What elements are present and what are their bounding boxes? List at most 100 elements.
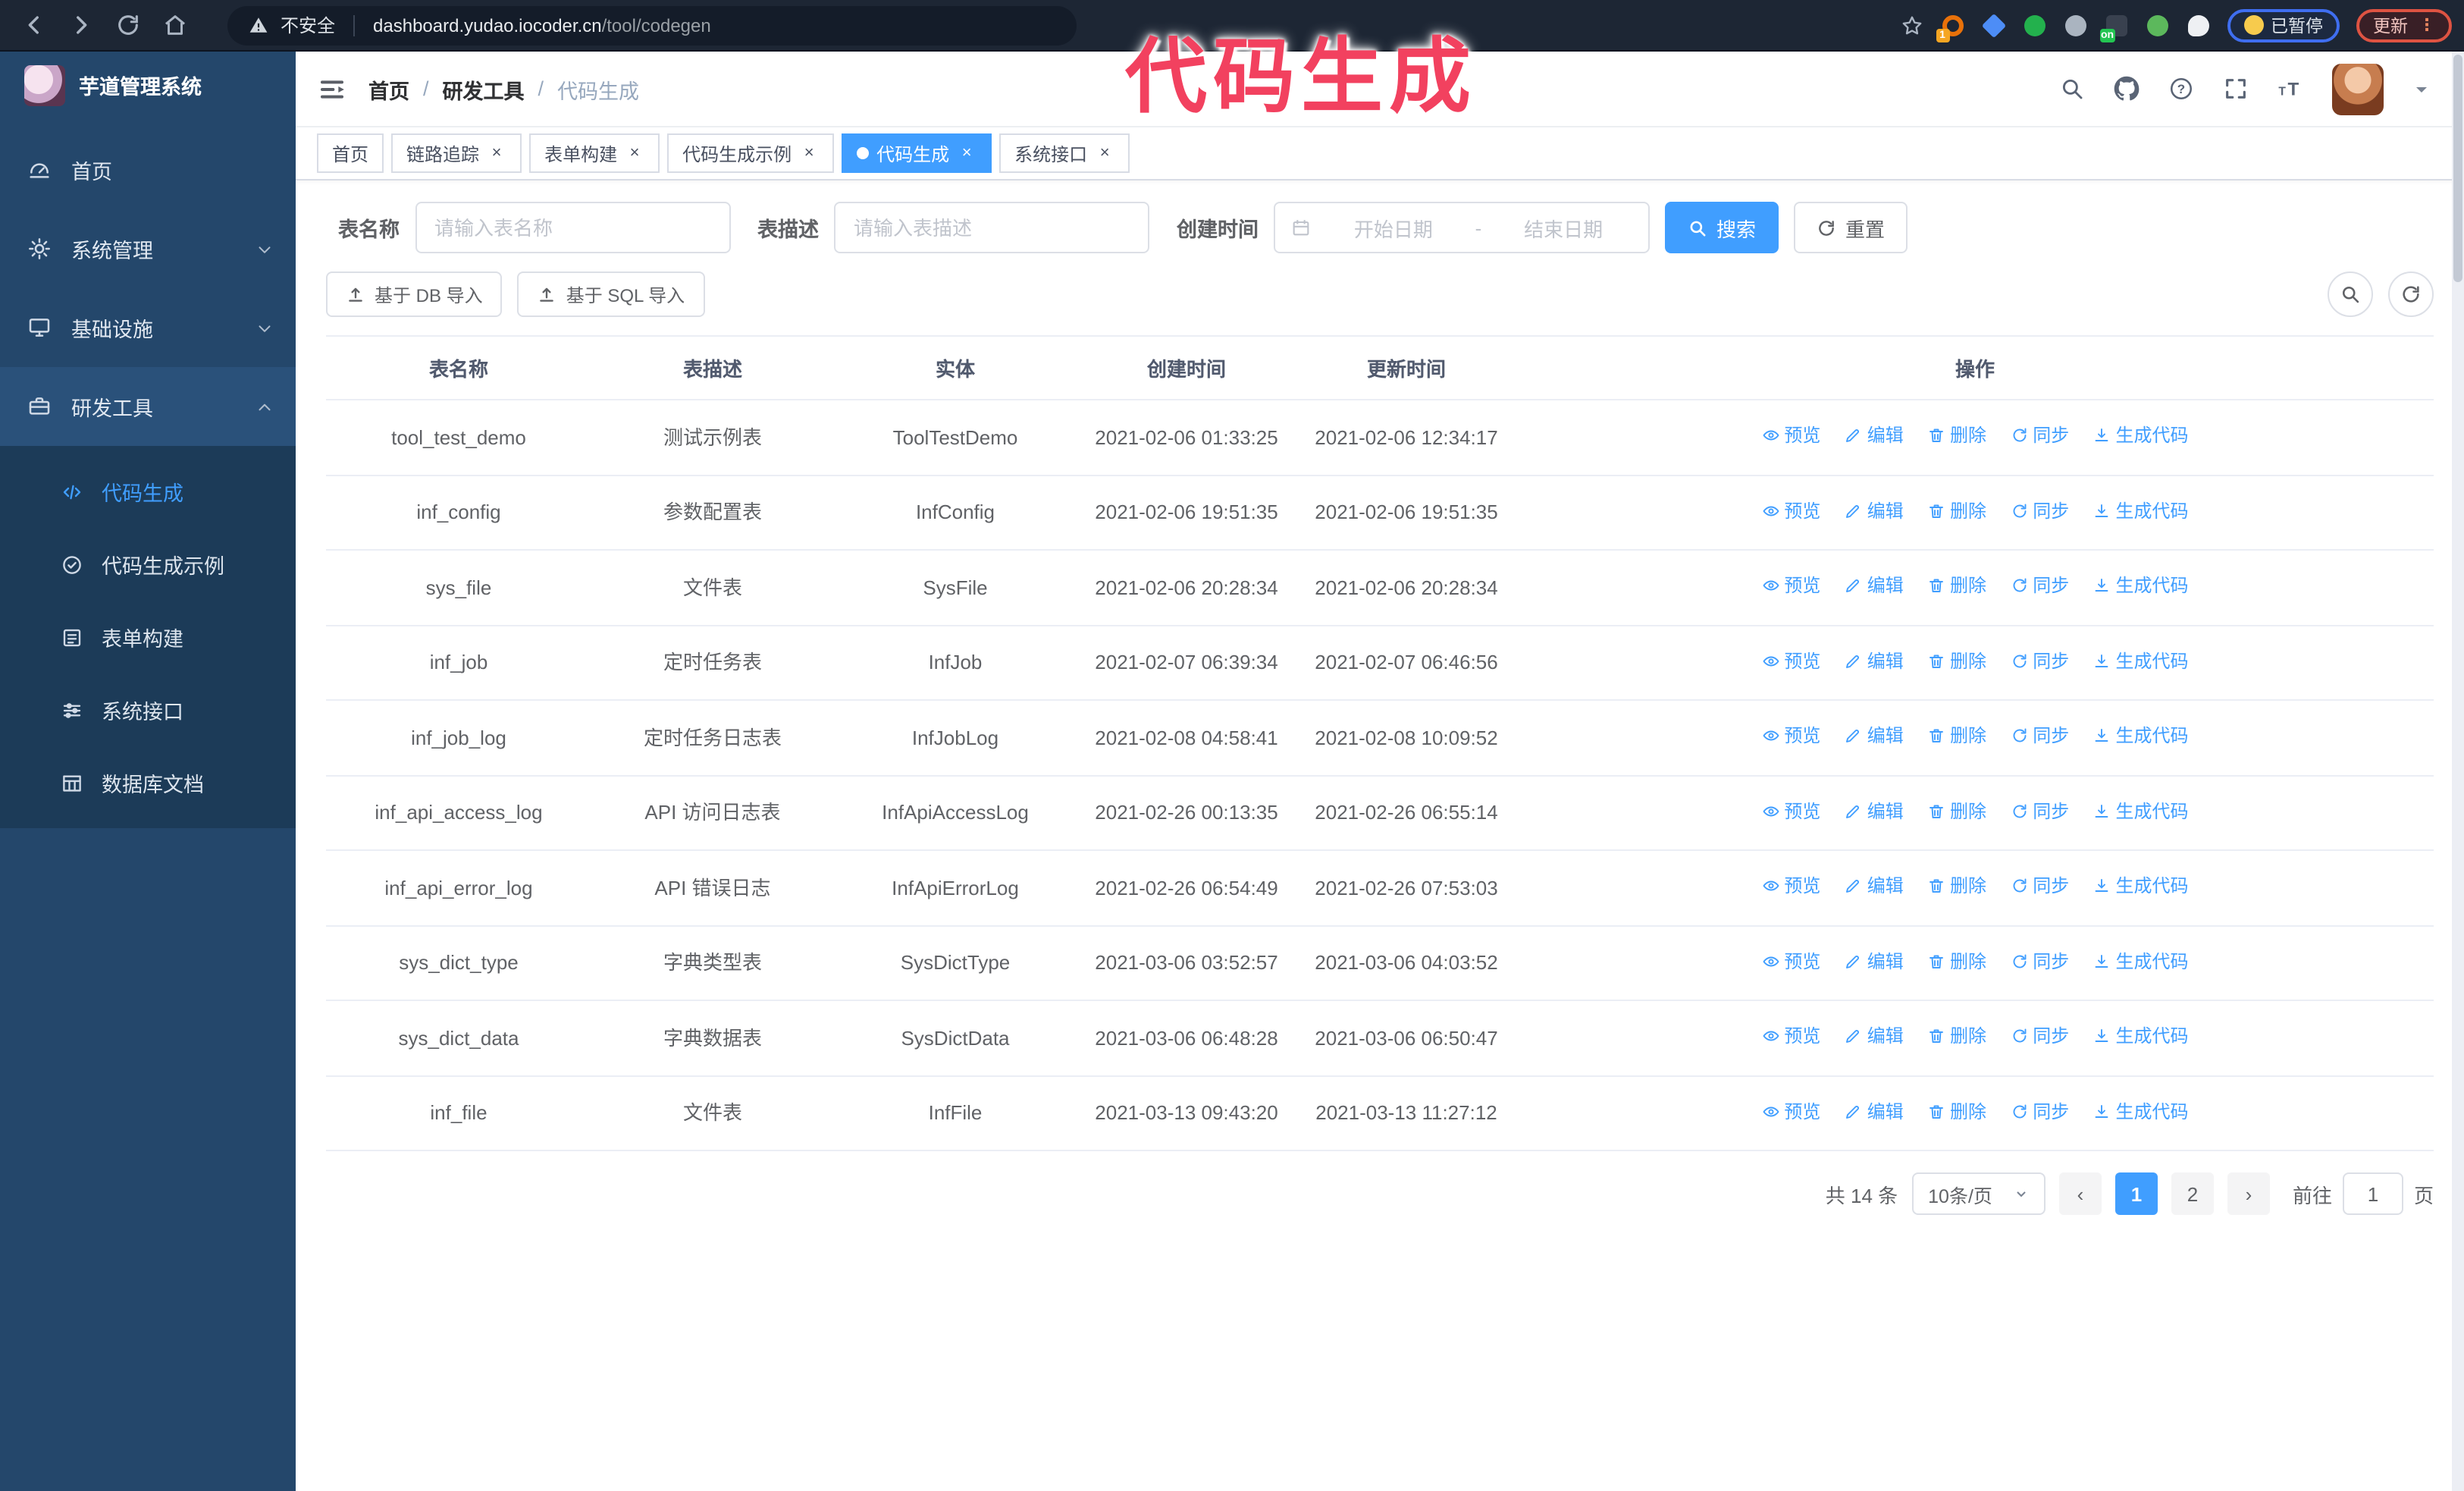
scrollbar-thumb[interactable] bbox=[2453, 55, 2462, 282]
tab[interactable]: 首页 bbox=[317, 133, 384, 173]
chevron-down-icon[interactable] bbox=[2412, 80, 2431, 98]
tab[interactable]: 链路追踪 × bbox=[391, 133, 522, 173]
extension-icon[interactable]: 1 bbox=[1936, 13, 1964, 42]
tab[interactable]: 代码生成 × bbox=[842, 133, 992, 173]
sidebar-submenu-item[interactable]: 数据库文档 bbox=[0, 746, 296, 819]
action-link[interactable]: 预览 bbox=[1761, 422, 1820, 449]
action-link[interactable]: 预览 bbox=[1761, 647, 1820, 674]
extension-icon[interactable] bbox=[1980, 12, 2006, 38]
bookmark-star-icon[interactable] bbox=[1899, 13, 1923, 37]
action-link[interactable]: 编辑 bbox=[1845, 572, 1904, 599]
extension-icon[interactable] bbox=[2022, 13, 2046, 37]
action-link[interactable]: 生成代码 bbox=[2093, 1097, 2189, 1125]
action-link[interactable]: 删除 bbox=[1927, 797, 1986, 824]
address-bar[interactable]: 不安全 dashboard.yudao.iocoder.cn/tool/code… bbox=[227, 5, 1077, 45]
action-link[interactable]: 预览 bbox=[1761, 872, 1820, 899]
goto-page-input[interactable] bbox=[2342, 1172, 2403, 1215]
action-link[interactable]: 编辑 bbox=[1845, 422, 1904, 449]
action-link[interactable]: 同步 bbox=[2010, 647, 2069, 674]
scrollbar[interactable] bbox=[2452, 52, 2464, 1491]
action-link[interactable]: 编辑 bbox=[1845, 1097, 1904, 1125]
next-page-button[interactable]: › bbox=[2227, 1172, 2270, 1215]
action-link[interactable]: 同步 bbox=[2010, 722, 2069, 749]
breadcrumb-item[interactable]: 代码生成 bbox=[557, 74, 639, 104]
action-link[interactable]: 预览 bbox=[1761, 722, 1820, 749]
action-link[interactable]: 同步 bbox=[2010, 422, 2069, 449]
action-link[interactable]: 预览 bbox=[1761, 1022, 1820, 1050]
action-link[interactable]: 删除 bbox=[1927, 647, 1986, 674]
page-number-button[interactable]: 1 bbox=[2114, 1172, 2158, 1215]
action-link[interactable]: 同步 bbox=[2010, 1022, 2069, 1050]
action-link[interactable]: 删除 bbox=[1927, 1097, 1986, 1125]
refresh-button[interactable] bbox=[2388, 272, 2434, 317]
reset-button[interactable]: 重置 bbox=[1794, 202, 1908, 253]
back-icon[interactable] bbox=[21, 12, 47, 38]
extension-icon[interactable] bbox=[2145, 13, 2169, 37]
toggle-search-button[interactable] bbox=[2328, 272, 2373, 317]
breadcrumb-item[interactable]: 研发工具 bbox=[443, 74, 525, 104]
action-link[interactable]: 生成代码 bbox=[2093, 722, 2189, 749]
forward-icon[interactable] bbox=[68, 12, 94, 38]
home-icon[interactable] bbox=[162, 12, 188, 38]
action-link[interactable]: 生成代码 bbox=[2093, 947, 2189, 975]
action-link[interactable]: 删除 bbox=[1927, 947, 1986, 975]
page-size-select[interactable]: 10条/页 bbox=[1911, 1172, 2045, 1215]
sidebar-submenu-item[interactable]: 代码生成 bbox=[0, 455, 296, 528]
browser-update-button[interactable]: 更新 ⋮ bbox=[2356, 8, 2452, 42]
action-link[interactable]: 同步 bbox=[2010, 572, 2069, 599]
close-icon[interactable]: × bbox=[487, 143, 506, 163]
action-link[interactable]: 编辑 bbox=[1845, 947, 1904, 975]
hamburger-icon[interactable] bbox=[317, 74, 347, 104]
action-link[interactable]: 生成代码 bbox=[2093, 872, 2189, 899]
breadcrumb-item[interactable]: 首页 bbox=[368, 74, 409, 104]
sidebar-menu-item[interactable]: 研发工具 bbox=[0, 367, 296, 446]
action-link[interactable]: 删除 bbox=[1927, 872, 1986, 899]
action-link[interactable]: 删除 bbox=[1927, 422, 1986, 449]
action-link[interactable]: 生成代码 bbox=[2093, 497, 2189, 524]
app-logo[interactable]: 芋道管理系统 bbox=[0, 52, 296, 118]
paused-extension-pill[interactable]: 已暂停 bbox=[2227, 8, 2340, 42]
action-link[interactable]: 预览 bbox=[1761, 497, 1820, 524]
action-link[interactable]: 生成代码 bbox=[2093, 797, 2189, 824]
action-link[interactable]: 生成代码 bbox=[2093, 422, 2189, 449]
browser-menu-icon[interactable]: ⋮ bbox=[2419, 15, 2435, 35]
action-link[interactable]: 编辑 bbox=[1845, 872, 1904, 899]
action-link[interactable]: 同步 bbox=[2010, 497, 2069, 524]
search-button[interactable]: 搜索 bbox=[1665, 202, 1779, 253]
action-link[interactable]: 预览 bbox=[1761, 947, 1820, 975]
tab[interactable]: 表单构建 × bbox=[529, 133, 660, 173]
github-icon[interactable] bbox=[2114, 76, 2140, 102]
action-link[interactable]: 删除 bbox=[1927, 572, 1986, 599]
tab[interactable]: 系统接口 × bbox=[999, 133, 1130, 173]
action-link[interactable]: 生成代码 bbox=[2093, 647, 2189, 674]
import-sql-button[interactable]: 基于 SQL 导入 bbox=[517, 272, 705, 317]
sidebar-menu-item[interactable]: 首页 bbox=[0, 130, 296, 209]
table-desc-input[interactable] bbox=[834, 202, 1149, 253]
action-link[interactable]: 预览 bbox=[1761, 1097, 1820, 1125]
action-link[interactable]: 生成代码 bbox=[2093, 572, 2189, 599]
close-icon[interactable]: × bbox=[957, 143, 977, 163]
sidebar-submenu-item[interactable]: 代码生成示例 bbox=[0, 528, 296, 601]
sidebar-menu-item[interactable]: 基础设施 bbox=[0, 288, 296, 367]
sidebar-submenu-item[interactable]: 系统接口 bbox=[0, 673, 296, 746]
close-icon[interactable]: × bbox=[625, 143, 644, 163]
security-label[interactable]: 不安全 bbox=[281, 12, 335, 38]
action-link[interactable]: 删除 bbox=[1927, 497, 1986, 524]
action-link[interactable]: 编辑 bbox=[1845, 647, 1904, 674]
page-number-button[interactable]: 2 bbox=[2171, 1172, 2214, 1215]
extension-icon[interactable] bbox=[2063, 13, 2087, 37]
tab[interactable]: 代码生成示例 × bbox=[667, 133, 835, 173]
action-link[interactable]: 同步 bbox=[2010, 872, 2069, 899]
action-link[interactable]: 编辑 bbox=[1845, 722, 1904, 749]
action-link[interactable]: 同步 bbox=[2010, 947, 2069, 975]
action-link[interactable]: 同步 bbox=[2010, 1097, 2069, 1125]
table-name-input[interactable] bbox=[415, 202, 730, 253]
action-link[interactable]: 删除 bbox=[1927, 1022, 1986, 1050]
sidebar-menu-item[interactable]: 系统管理 bbox=[0, 209, 296, 288]
reload-icon[interactable] bbox=[115, 12, 141, 38]
prev-page-button[interactable]: ‹ bbox=[2058, 1172, 2102, 1215]
action-link[interactable]: 预览 bbox=[1761, 797, 1820, 824]
import-db-button[interactable]: 基于 DB 导入 bbox=[326, 272, 503, 317]
sidebar-submenu-item[interactable]: 表单构建 bbox=[0, 601, 296, 673]
font-size-icon[interactable]: TT bbox=[2277, 76, 2303, 102]
